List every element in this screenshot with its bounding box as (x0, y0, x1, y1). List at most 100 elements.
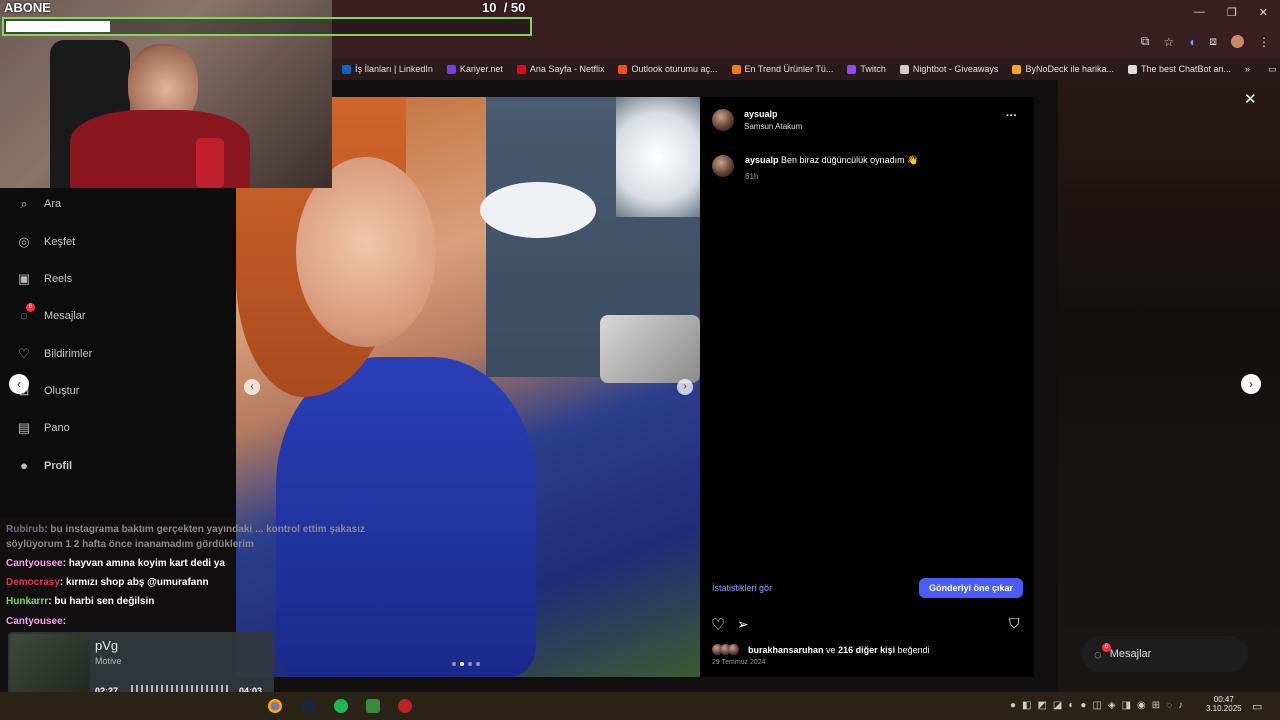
all-bookmarks-button[interactable]: ▭Tüm Yer İşaretleri (1268, 64, 1280, 75)
bookmark-label: Ana Sayfa - Netflix (529, 64, 605, 74)
search-icon: ⌕ (20, 196, 28, 211)
nav-label: Reels (44, 273, 73, 285)
microphone (196, 138, 224, 188)
chat-text: : bu instagrama baktım gerçekten yayında… (44, 524, 365, 535)
boost-post-button[interactable]: Gönderiyi öne çıkar (919, 578, 1023, 598)
caption-username[interactable]: aysualp (745, 155, 779, 165)
messenger-icon: ◌ 6 (16, 303, 35, 324)
post-location[interactable]: Samsun Atakum (744, 122, 802, 131)
bookmark-item[interactable]: En Trend Ürünler Tü... (731, 64, 834, 74)
bookmark-label: ByNoDeck ile harika... (1025, 64, 1114, 74)
system-tray-icons[interactable]: ●◧◩◪◐●◫◈◨◉⊞◌♪ (1010, 700, 1189, 711)
spotify-taskbar-icon[interactable] (334, 699, 348, 713)
star-icon[interactable]: ☆ (1163, 35, 1174, 49)
bookmark-item[interactable]: İş İlanları | LinkedIn (342, 64, 433, 74)
photo-plate (480, 182, 596, 238)
bookmark-label: Outlook oturumu aç... (631, 64, 718, 74)
likes-others[interactable]: 216 diğer kişi (838, 645, 895, 655)
microsoft-icon (618, 64, 628, 74)
kariyer-icon (446, 64, 456, 74)
bookmarks-overflow-icon[interactable]: » (1245, 64, 1250, 74)
chat-message: Cantyousee: hayvan amına koyim kart dedi… (6, 558, 225, 569)
chat-username: Cantyousee (6, 616, 63, 627)
stream-chat: Rubirub: bu instagrama baktım gerçekten … (0, 520, 520, 630)
chat-username: Hunkarrr (6, 596, 49, 607)
bookmark-label: The best ChatBot an... (1140, 64, 1232, 74)
store-taskbar-icon[interactable] (366, 699, 380, 713)
menu-icon[interactable]: ⋮ (1258, 35, 1270, 49)
author-avatar[interactable] (712, 109, 734, 131)
system-clock[interactable]: 00:47 3.10.2025 (1206, 695, 1242, 713)
close-window-icon[interactable]: ✕ (1259, 6, 1268, 19)
nav-label: Oluştur (44, 385, 80, 397)
extensions-icon[interactable]: ⧈ (1209, 34, 1217, 49)
modal-next-button[interactable]: › (1241, 374, 1261, 394)
nightbot-icon (899, 64, 909, 74)
extension-audio-icon[interactable]: ◖ (1188, 35, 1195, 49)
modal-close-icon[interactable]: ✕ (1244, 90, 1257, 108)
photo-prev-button[interactable]: ‹ (244, 379, 260, 395)
goal-total: / 50 (503, 0, 526, 15)
twitch-icon (847, 64, 857, 74)
chat-text: : (62, 616, 67, 627)
post-date: 29 Temmuz 2024 (712, 659, 766, 666)
bookmarks-bar: İş İlanları | LinkedIn Kariyer.net Ana Say… (332, 58, 1280, 80)
nav-item-keşfet[interactable]: ◎ Keşfet (16, 234, 75, 250)
messages-pill[interactable]: ◌ 6 Mesajlar (1082, 636, 1248, 672)
restore-icon[interactable]: ❐ (1227, 6, 1237, 19)
heart-icon: ♡ (18, 346, 30, 361)
chat-message: Hunkarrr: bu harbi sen değilsin (6, 596, 154, 607)
nav-item-mesajlar[interactable]: ◌ 6 Mesajlar (16, 303, 86, 324)
likes-user[interactable]: burakhansaruhan (748, 645, 824, 655)
modal-prev-button[interactable]: ‹ (9, 374, 29, 394)
bookmark-label: Twitch (860, 64, 886, 74)
bookmark-item[interactable]: ByNoDeck ile harika... (1012, 64, 1114, 74)
nav-item-ara[interactable]: ⌕ Ara (16, 196, 61, 212)
caption-time: 61h (745, 172, 759, 181)
notifications-icon[interactable]: ▭ (1252, 700, 1262, 713)
chat-username: Cantyousee (6, 558, 63, 569)
nav-item-bildirimler[interactable]: ♡ Bildirimler (16, 346, 92, 362)
steam-taskbar-icon[interactable] (302, 699, 316, 713)
folder-icon: ▭ (1268, 63, 1277, 74)
bookmark-item[interactable]: The best ChatBot an... (1127, 64, 1232, 74)
chat-message: Democrasy: kırmızı shop abş @umurafann (6, 577, 209, 588)
save-bookmark-icon[interactable]: ⛉ (1009, 615, 1020, 632)
chat-username: Democrasy (6, 577, 60, 588)
share-icon[interactable]: ➢ (737, 616, 749, 633)
bookmark-item[interactable]: Ana Sayfa - Netflix (516, 64, 605, 74)
author-username[interactable]: aysualp (744, 109, 778, 119)
track-title: pVg (95, 638, 119, 653)
sub-goal-count: 10 / 50 (482, 0, 525, 15)
notification-badge: 6 (26, 303, 35, 312)
photo-next-button[interactable]: › (677, 379, 693, 395)
view-insights-link[interactable]: İstatistikleri gör (712, 583, 772, 593)
caption-avatar[interactable] (712, 155, 734, 177)
bookmark-item[interactable]: Outlook oturumu aç... (618, 64, 718, 74)
nav-label: Profil (44, 460, 73, 472)
profile-icon[interactable] (1231, 35, 1244, 48)
nav-item-reels[interactable]: ▣ Reels (16, 271, 72, 287)
bookmark-item[interactable]: Kariyer.net (446, 64, 503, 74)
nav-item-profil[interactable]: ● Profil (16, 458, 72, 474)
obs-taskbar-icon[interactable] (398, 699, 412, 713)
more-options-icon[interactable]: ··· (1006, 110, 1017, 122)
chrome-taskbar-icon[interactable] (268, 699, 282, 713)
cast-icon[interactable]: ⧉ (1141, 34, 1150, 49)
chatbot-icon (1127, 64, 1137, 74)
browser-toolbar-icons: ⧉ ☆ ◖ ⧈ ⋮ (1141, 34, 1270, 49)
bookmark-item[interactable]: Nightbot - Giveaways (899, 64, 999, 74)
nav-item-pano[interactable]: ▤ Pano (16, 420, 70, 436)
clock-time: 00:47 (1213, 695, 1234, 704)
messages-pill-label: Mesajlar (1109, 648, 1152, 660)
like-heart-icon[interactable]: ♡ (711, 615, 725, 635)
bookmark-label: En Trend Ürünler Tü... (744, 64, 834, 74)
bookmark-item[interactable]: Twitch (847, 64, 886, 74)
sub-goal-label: ABONE (4, 0, 51, 15)
bookmark-label: Nightbot - Giveaways (912, 64, 999, 74)
caption: aysualp Ben biraz düğüncülük oynadım 👋 (745, 155, 918, 166)
carousel-dot (452, 662, 456, 666)
minimize-icon[interactable]: — (1194, 6, 1205, 19)
liker-avatars (712, 644, 739, 655)
chat-message: söylüyorum 1 2 hafta önce inanamadım gör… (6, 539, 254, 550)
